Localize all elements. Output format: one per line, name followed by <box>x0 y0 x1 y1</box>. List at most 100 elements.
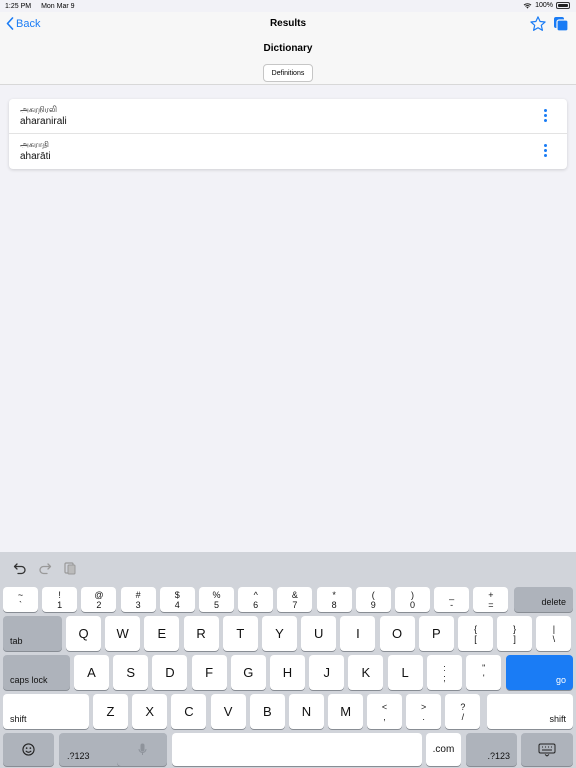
key-5[interactable]: % 5 <box>199 587 234 612</box>
key-label: T <box>236 626 245 641</box>
key-bottom-symbol: ` <box>18 599 22 610</box>
caps-lock-key[interactable]: caps lock <box>3 655 70 690</box>
key-l[interactable]: L <box>387 655 423 690</box>
key-1[interactable]: ! 1 <box>42 587 78 612</box>
key-r[interactable]: R <box>183 616 219 651</box>
undo-icon[interactable] <box>13 561 27 575</box>
key-z[interactable]: Z <box>93 694 128 729</box>
key-label: caps lock <box>10 675 48 685</box>
key-punct-1[interactable]: " ' <box>466 655 502 690</box>
key-top-symbol: _ <box>449 589 455 600</box>
key-top-symbol: < <box>381 701 388 712</box>
dotcom-key[interactable]: .com <box>426 733 461 766</box>
key-][interactable]: }] <box>497 616 533 651</box>
key-top-symbol: $ <box>174 589 180 600</box>
list-item[interactable]: அகரநிரலி aharanirali <box>9 99 567 134</box>
key-2[interactable]: @2 <box>81 587 117 612</box>
key-j[interactable]: J <box>309 655 345 690</box>
key-top-symbol: & <box>291 589 298 600</box>
key-i[interactable]: I <box>340 616 376 651</box>
key-q[interactable]: Q <box>66 616 101 651</box>
hide-keyboard-key[interactable] <box>521 733 573 766</box>
key-punct-z-1[interactable]: >. <box>406 694 442 729</box>
key-symbols: {[ <box>474 624 477 644</box>
key-3[interactable]: #3 <box>120 587 156 612</box>
key-label: D <box>165 665 175 680</box>
go-key[interactable]: go <box>506 655 573 690</box>
key-=[interactable]: + = <box>473 587 509 612</box>
key-k[interactable]: K <box>348 655 384 690</box>
key-p[interactable]: P <box>418 616 454 651</box>
key-top-symbol: ~ <box>17 589 24 600</box>
key-label: O <box>392 626 403 641</box>
shift-right-key[interactable]: shift <box>487 694 573 729</box>
key-punct-0[interactable]: :; <box>427 655 462 690</box>
key-t[interactable]: T <box>222 616 258 651</box>
key-a[interactable]: A <box>74 655 109 690</box>
key-u[interactable]: U <box>301 616 337 651</box>
key-d[interactable]: D <box>152 655 188 690</box>
key-punct-z-2[interactable]: ? / <box>445 694 481 729</box>
key-s[interactable]: S <box>113 655 149 690</box>
key-top-symbol: ? <box>460 701 466 712</box>
key-6[interactable]: ^ 6 <box>238 587 274 612</box>
key-label: H <box>282 665 293 680</box>
key-symbols: ? / <box>460 702 465 722</box>
key-9[interactable]: (9 <box>355 587 391 612</box>
key-symbols: :; <box>443 663 446 683</box>
key--[interactable]: _ - <box>434 587 470 612</box>
key-7[interactable]: & 7 <box>277 587 313 612</box>
dictation-key[interactable] <box>117 733 167 766</box>
key-[[interactable]: {[ <box>458 616 493 651</box>
key-f[interactable]: F <box>191 655 227 690</box>
key-0[interactable]: ) 0 <box>395 587 430 612</box>
shift-left-key[interactable]: shift <box>3 694 89 729</box>
copy-icon[interactable] <box>553 16 569 32</box>
key-b[interactable]: B <box>249 694 285 729</box>
key-\[interactable]: | \ <box>536 616 572 651</box>
key-8[interactable]: * 8 <box>316 587 352 612</box>
more-vertical-icon[interactable] <box>541 109 549 125</box>
key-n[interactable]: N <box>289 694 324 729</box>
key-`[interactable]: ~ ` <box>3 587 38 612</box>
key-c[interactable]: C <box>171 694 207 729</box>
key-label: go <box>555 675 566 685</box>
key-top-symbol: | <box>552 623 556 634</box>
key-top-symbol: * <box>332 589 336 600</box>
key-top-symbol: + <box>488 589 494 600</box>
paste-icon[interactable] <box>63 561 77 575</box>
key-bottom-symbol: . <box>422 711 425 722</box>
key-label: shift <box>10 714 27 724</box>
key-v[interactable]: V <box>210 694 246 729</box>
key-g[interactable]: G <box>230 655 266 690</box>
space-key[interactable] <box>172 733 422 766</box>
key-label: W <box>116 626 129 641</box>
keyboard-shortcut-bar <box>0 552 576 583</box>
key-bottom-symbol: 9 <box>370 599 376 610</box>
key-m[interactable]: M <box>328 694 364 729</box>
redo-icon[interactable] <box>38 561 52 575</box>
numbers-key-right[interactable]: .?123 <box>466 733 517 766</box>
key-bottom-symbol: ' <box>482 672 485 683</box>
status-time: 1:25 PM <box>5 2 32 10</box>
key-o[interactable]: O <box>379 616 415 651</box>
tamil-word: அகரநிரலி <box>20 105 58 114</box>
key-4[interactable]: $4 <box>159 587 195 612</box>
key-e[interactable]: E <box>144 616 180 651</box>
tab-key[interactable]: tab <box>3 616 62 651</box>
key-top-symbol: } <box>513 623 517 634</box>
key-w[interactable]: W <box>105 616 141 651</box>
key-bottom-symbol: 2 <box>96 599 102 610</box>
key-h[interactable]: H <box>270 655 305 690</box>
list-item[interactable]: அகராதி aharāti <box>9 134 567 169</box>
key-label: M <box>340 704 352 719</box>
key-punct-z-0[interactable]: <, <box>367 694 402 729</box>
delete-key[interactable]: delete <box>514 587 573 612</box>
key-y[interactable]: Y <box>262 616 297 651</box>
definitions-button[interactable]: Definitions <box>263 64 313 82</box>
key-label: C <box>184 704 194 719</box>
emoji-key[interactable] <box>3 733 54 766</box>
key-x[interactable]: X <box>132 694 168 729</box>
star-icon[interactable] <box>529 15 547 33</box>
more-vertical-icon[interactable] <box>541 144 549 160</box>
